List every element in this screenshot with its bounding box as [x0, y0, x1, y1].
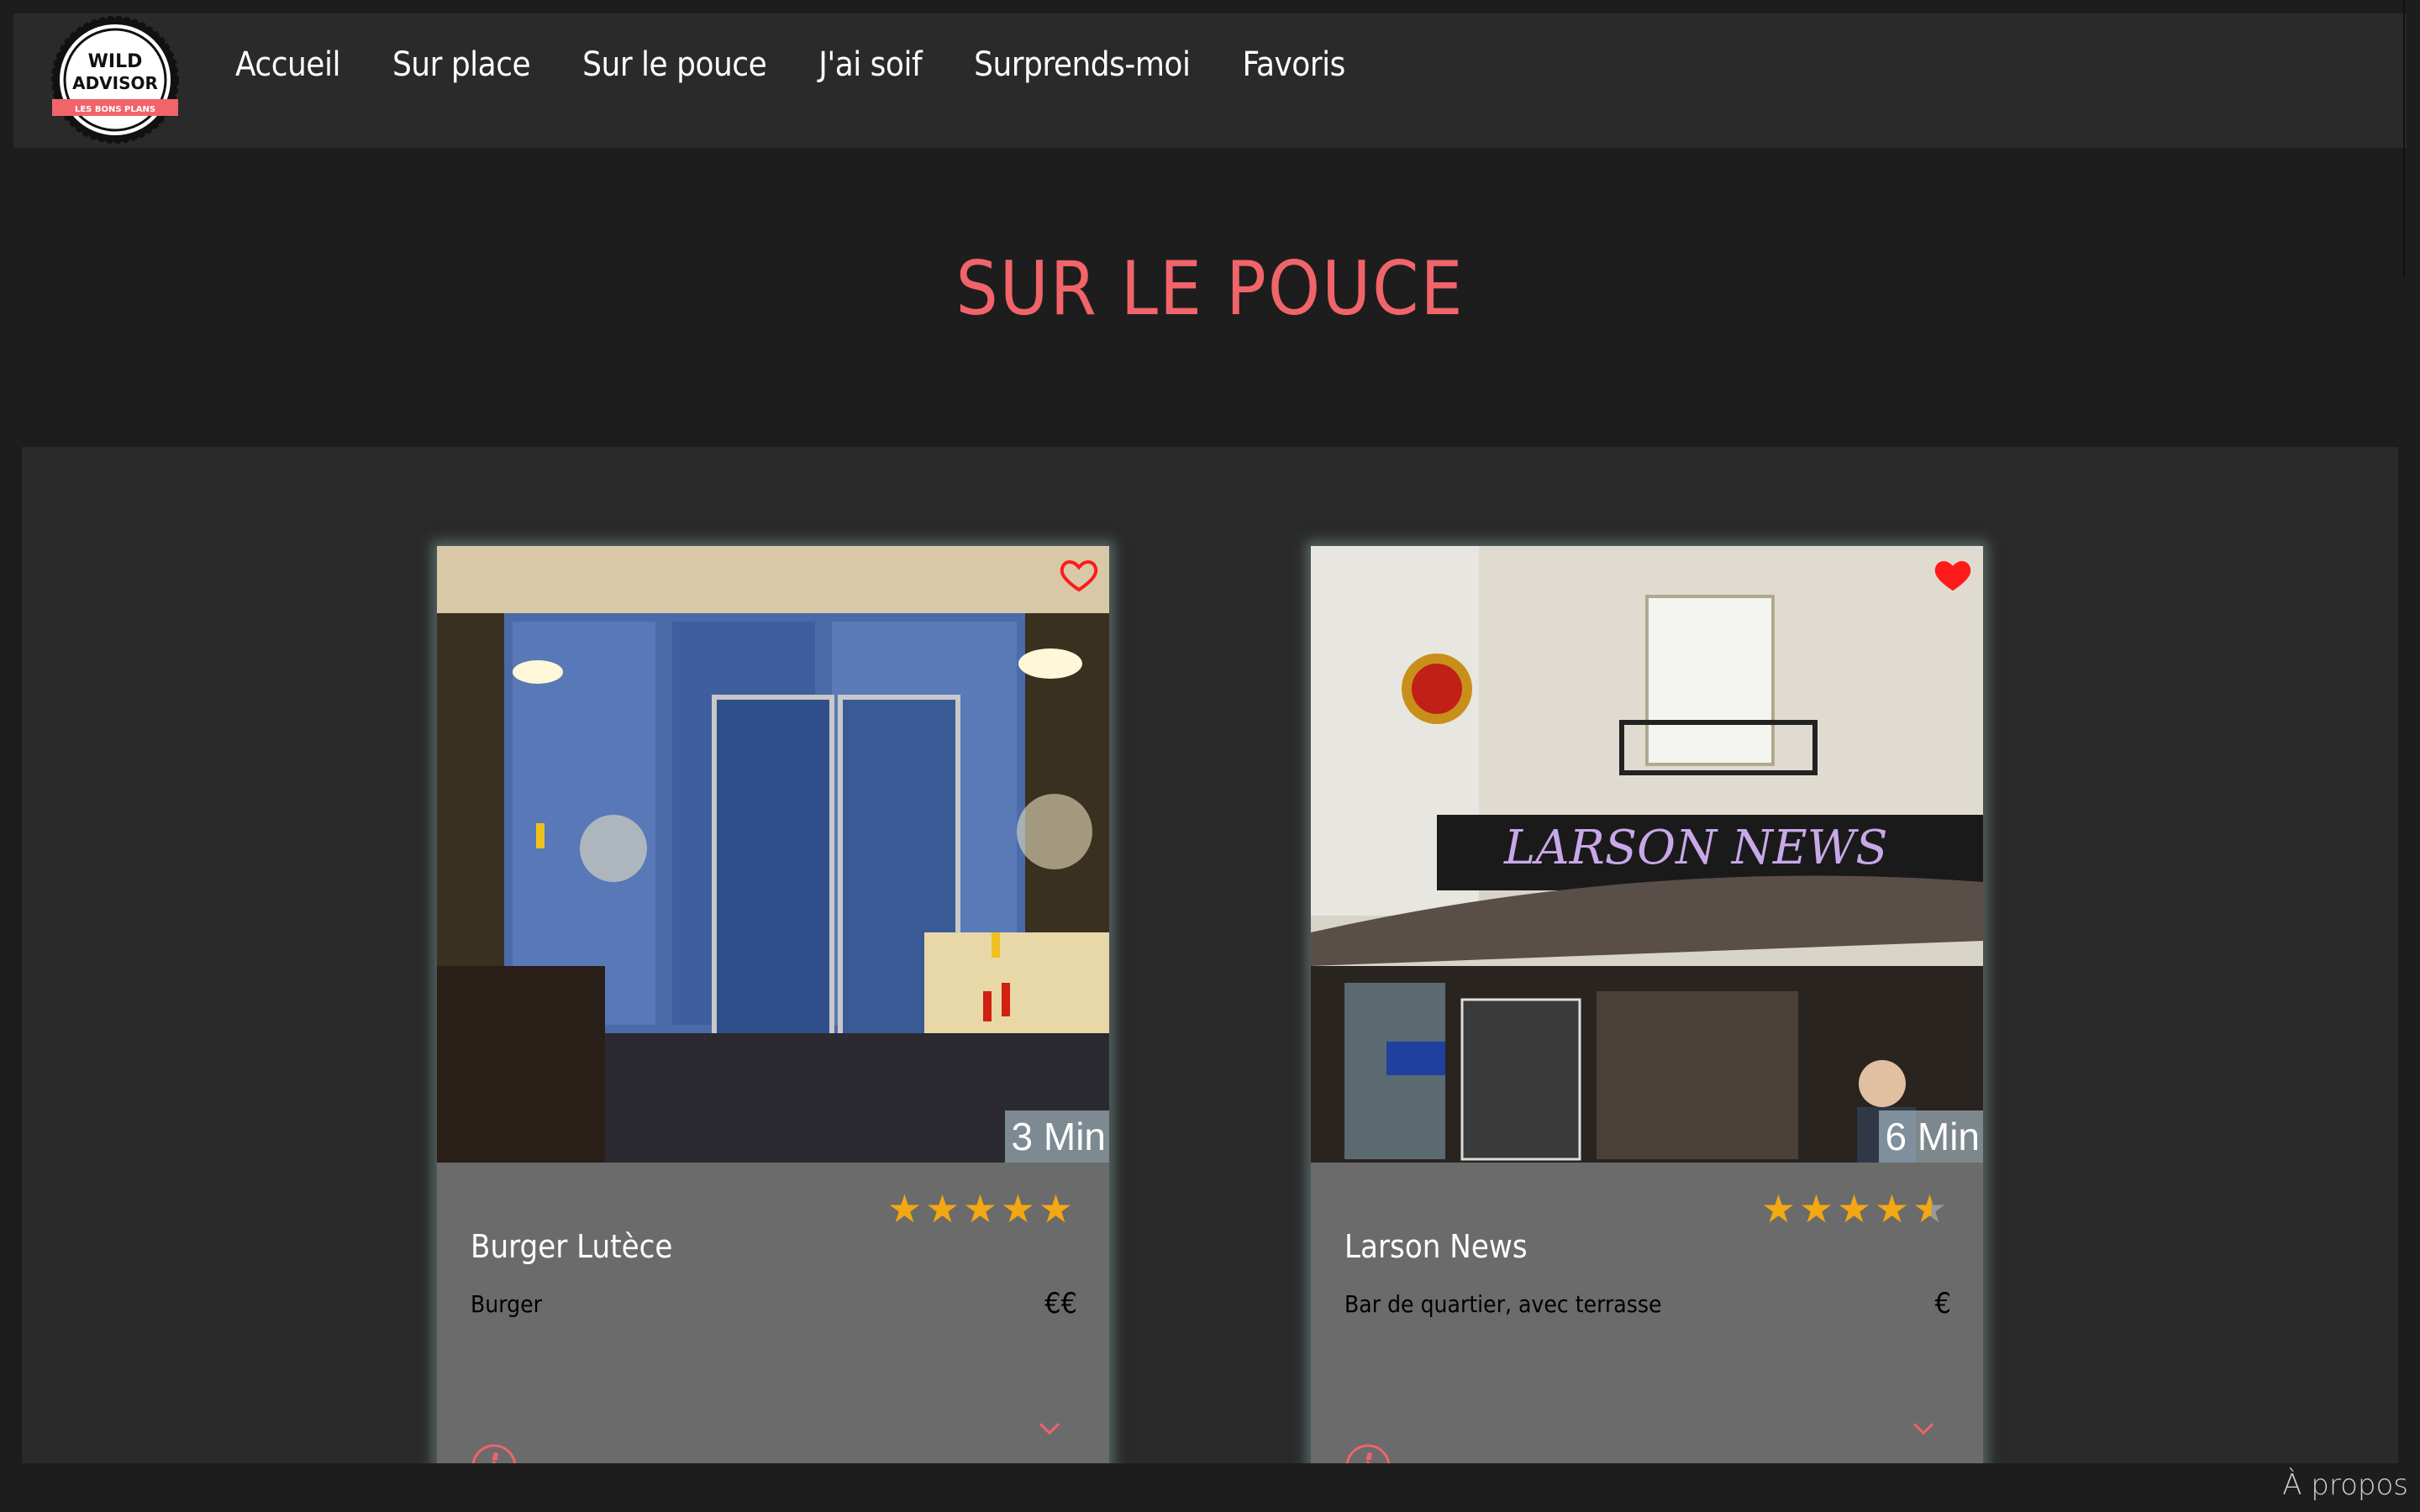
star-icon: ★: [1000, 1186, 1036, 1231]
heart-filled-icon[interactable]: [1933, 554, 1973, 595]
main-nav: Accueil Sur place Sur le pouce J'ai soif…: [235, 45, 1397, 84]
star-icon: ★: [962, 1186, 998, 1231]
walk-time-badge: 3 Min: [1004, 1110, 1109, 1163]
svg-text:LARSON NEWS: LARSON NEWS: [1503, 821, 1888, 875]
nav-favoris[interactable]: Favoris: [1242, 45, 1345, 84]
star-icon: ★: [1760, 1186, 1797, 1231]
nav-jai-soif[interactable]: J'ai soif: [818, 45, 922, 84]
restaurant-type: Bar de quartier, avec terrasse: [1344, 1290, 1662, 1318]
page-title: SUR LE POUCE: [955, 245, 1465, 332]
cards-container: 3 Min ★ ★ ★ ★ ★ Burger Lutèce Burger €€: [22, 447, 2398, 1512]
restaurant-type: Burger: [471, 1290, 542, 1318]
navbar: WILD ADVISOR LES BONS PLANS Accueil Sur …: [13, 13, 2407, 148]
svg-text:WILD: WILD: [88, 51, 143, 72]
walk-time-badge: 6 Min: [1878, 1110, 1983, 1163]
svg-text:ADVISOR: ADVISOR: [72, 73, 158, 93]
about-link[interactable]: À propos: [2282, 1468, 2408, 1502]
scrollbar[interactable]: [2403, 0, 2420, 277]
restaurant-photo: LARSON NEWS 6 Min: [1311, 546, 1983, 1163]
nav-sur-le-pouce[interactable]: Sur le pouce: [582, 45, 767, 84]
nav-sur-place[interactable]: Sur place: [392, 45, 531, 84]
star-icon: ★: [1798, 1186, 1834, 1231]
chevron-down-icon[interactable]: [1037, 1420, 1062, 1438]
restaurant-card[interactable]: 3 Min ★ ★ ★ ★ ★ Burger Lutèce Burger €€: [437, 546, 1109, 1512]
star-icon: ★: [886, 1186, 923, 1231]
rating-stars: ★ ★ ★ ★ ★: [1760, 1189, 1949, 1228]
star-half-icon: ★: [1912, 1186, 1948, 1231]
restaurant-photo: 3 Min: [437, 546, 1109, 1163]
restaurant-card[interactable]: LARSON NEWS 6 Min ★ ★ ★ ★ ★ Larson News …: [1311, 546, 1983, 1512]
nav-accueil[interactable]: Accueil: [235, 45, 340, 84]
restaurant-name: Burger Lutèce: [471, 1228, 673, 1265]
nav-surprends-moi[interactable]: Surprends-moi: [974, 45, 1191, 84]
star-icon: ★: [924, 1186, 960, 1231]
wild-advisor-logo[interactable]: WILD ADVISOR LES BONS PLANS: [50, 15, 180, 144]
rating-stars: ★ ★ ★ ★ ★: [886, 1189, 1075, 1228]
star-icon: ★: [1874, 1186, 1910, 1231]
svg-text:LES BONS PLANS: LES BONS PLANS: [75, 105, 155, 114]
star-icon: ★: [1038, 1186, 1074, 1231]
footer: [0, 1463, 2420, 1512]
price-level: €€: [1044, 1287, 1077, 1320]
restaurant-name: Larson News: [1344, 1228, 1528, 1265]
star-icon: ★: [1836, 1186, 1872, 1231]
heart-outline-icon[interactable]: [1059, 554, 1099, 595]
chevron-down-icon[interactable]: [1911, 1420, 1936, 1438]
price-level: €: [1934, 1287, 1951, 1320]
